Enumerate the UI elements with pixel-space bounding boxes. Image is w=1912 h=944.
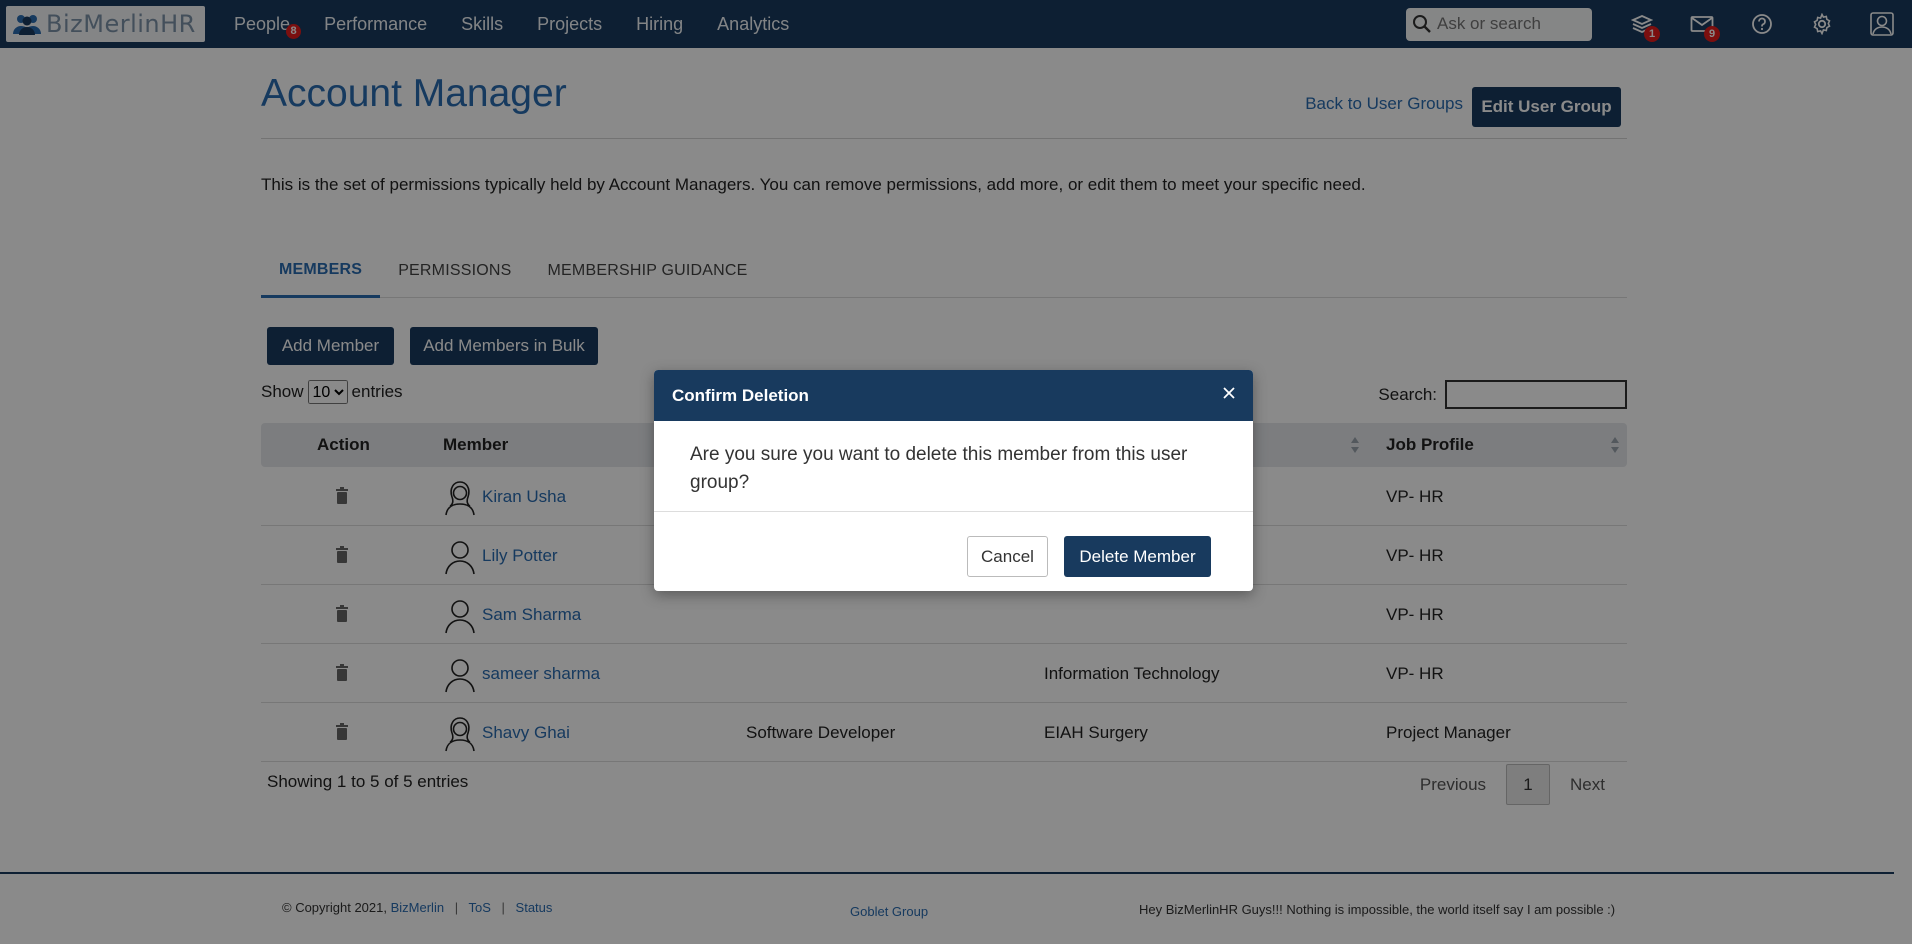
- confirm-deletion-dialog: Confirm Deletion Are you sure you want t…: [654, 370, 1253, 591]
- modal-message: Are you sure you want to delete this mem…: [654, 421, 1253, 512]
- modal-footer: Cancel Delete Member: [654, 512, 1253, 591]
- modal-header: Confirm Deletion: [654, 370, 1253, 421]
- modal-title: Confirm Deletion: [672, 385, 809, 405]
- cancel-button[interactable]: Cancel: [967, 536, 1048, 577]
- close-icon[interactable]: [1221, 385, 1237, 401]
- delete-member-button[interactable]: Delete Member: [1064, 536, 1211, 577]
